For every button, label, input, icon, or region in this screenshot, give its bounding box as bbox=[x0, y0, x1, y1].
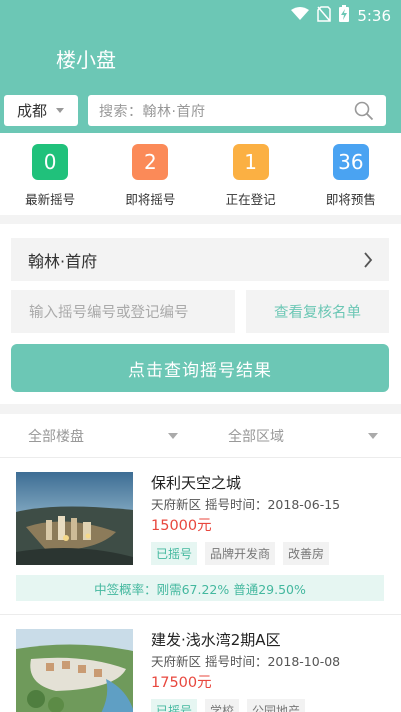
search-icon[interactable] bbox=[350, 97, 378, 125]
tag: 改善房 bbox=[283, 542, 330, 565]
stat-latest-lottery[interactable]: 0 最新摇号 bbox=[0, 133, 100, 215]
stat-label: 即将摇号 bbox=[125, 192, 176, 207]
battery-charging-icon bbox=[339, 5, 350, 26]
stat-label: 即将预售 bbox=[325, 192, 376, 207]
listing-meta: 天府新区 摇号时间：2018-10-08 bbox=[151, 654, 341, 669]
property-photo bbox=[16, 629, 133, 712]
caret-down-icon bbox=[368, 433, 378, 439]
query-result-button[interactable]: 点击查询摇号结果 bbox=[11, 344, 389, 392]
listing-list: 保利天空之城 天府新区 摇号时间：2018-06-15 15000元 已摇号 品… bbox=[0, 458, 401, 712]
count-badge: 1 bbox=[232, 144, 269, 180]
listing-card[interactable]: 保利天空之城 天府新区 摇号时间：2018-06-15 15000元 已摇号 品… bbox=[0, 458, 401, 615]
stat-upcoming-lottery[interactable]: 2 即将摇号 bbox=[100, 133, 200, 215]
listing-name: 保利天空之城 bbox=[151, 474, 242, 492]
region-filter[interactable]: 全部区域 bbox=[200, 414, 400, 457]
lottery-code-input[interactable]: 输入摇号编号或登记编号 bbox=[11, 290, 235, 333]
chevron-right-icon bbox=[363, 252, 373, 272]
no-sim-icon bbox=[317, 5, 332, 26]
listing-tags: 已摇号 学校 公园地产 bbox=[151, 699, 306, 712]
listing-card[interactable]: 建发·浅水湾2期A区 天府新区 摇号时间：2018-10-08 17500元 已… bbox=[0, 615, 401, 712]
code-placeholder: 输入摇号编号或登记编号 bbox=[29, 305, 189, 321]
tag: 品牌开发商 bbox=[205, 542, 276, 565]
status-bar: 5:36 bbox=[0, 0, 401, 28]
wifi-icon bbox=[291, 6, 310, 25]
listing-meta: 天府新区 摇号时间：2018-06-15 bbox=[151, 497, 341, 512]
project-name: 翰林·首府 bbox=[28, 251, 98, 271]
tag-status: 已摇号 bbox=[151, 699, 198, 712]
filter-bar: 全部楼盘 全部区域 bbox=[0, 414, 401, 458]
project-selector[interactable]: 翰林·首府 bbox=[11, 238, 389, 281]
caret-down-icon bbox=[168, 433, 178, 439]
stat-upcoming-presale[interactable]: 36 即将预售 bbox=[301, 133, 401, 215]
stat-label: 正在登记 bbox=[225, 192, 276, 207]
app-header: 5:36 楼小盘 成都 搜索：翰林·首府 bbox=[0, 0, 401, 133]
page-title: 楼小盘 bbox=[56, 48, 116, 72]
count-badge: 36 bbox=[332, 144, 369, 180]
listing-price: 15000元 bbox=[151, 518, 212, 534]
listing-tags: 已摇号 品牌开发商 改善房 bbox=[151, 542, 330, 565]
building-filter-label: 全部楼盘 bbox=[28, 428, 84, 445]
search-input[interactable]: 搜索：翰林·首府 bbox=[88, 95, 386, 126]
listing-name: 建发·浅水湾2期A区 bbox=[151, 631, 281, 649]
city-selector[interactable]: 成都 bbox=[4, 95, 78, 126]
listing-price: 17500元 bbox=[151, 675, 212, 691]
count-badge: 0 bbox=[32, 144, 69, 180]
tag: 公园地产 bbox=[247, 699, 306, 712]
city-label: 成都 bbox=[17, 102, 48, 120]
building-filter[interactable]: 全部楼盘 bbox=[0, 414, 200, 457]
region-filter-label: 全部区域 bbox=[228, 428, 284, 445]
tag: 学校 bbox=[205, 699, 240, 712]
stats-row: 0 最新摇号 2 即将摇号 1 正在登记 36 即将预售 bbox=[0, 133, 401, 215]
win-probability: 中签概率：刚需67.22% 普通29.50% bbox=[16, 575, 384, 601]
lottery-query-panel: 翰林·首府 输入摇号编号或登记编号 查看复核名单 点击查询摇号结果 bbox=[0, 224, 401, 404]
tag-status: 已摇号 bbox=[151, 542, 198, 565]
review-list-button[interactable]: 查看复核名单 bbox=[246, 290, 389, 333]
search-placeholder: 搜索：翰林·首府 bbox=[99, 103, 206, 120]
stat-label: 最新摇号 bbox=[25, 192, 76, 207]
clock: 5:36 bbox=[357, 6, 391, 25]
count-badge: 2 bbox=[132, 144, 169, 180]
stat-registering[interactable]: 1 正在登记 bbox=[201, 133, 301, 215]
caret-down-icon bbox=[56, 108, 65, 113]
property-photo bbox=[16, 472, 133, 565]
